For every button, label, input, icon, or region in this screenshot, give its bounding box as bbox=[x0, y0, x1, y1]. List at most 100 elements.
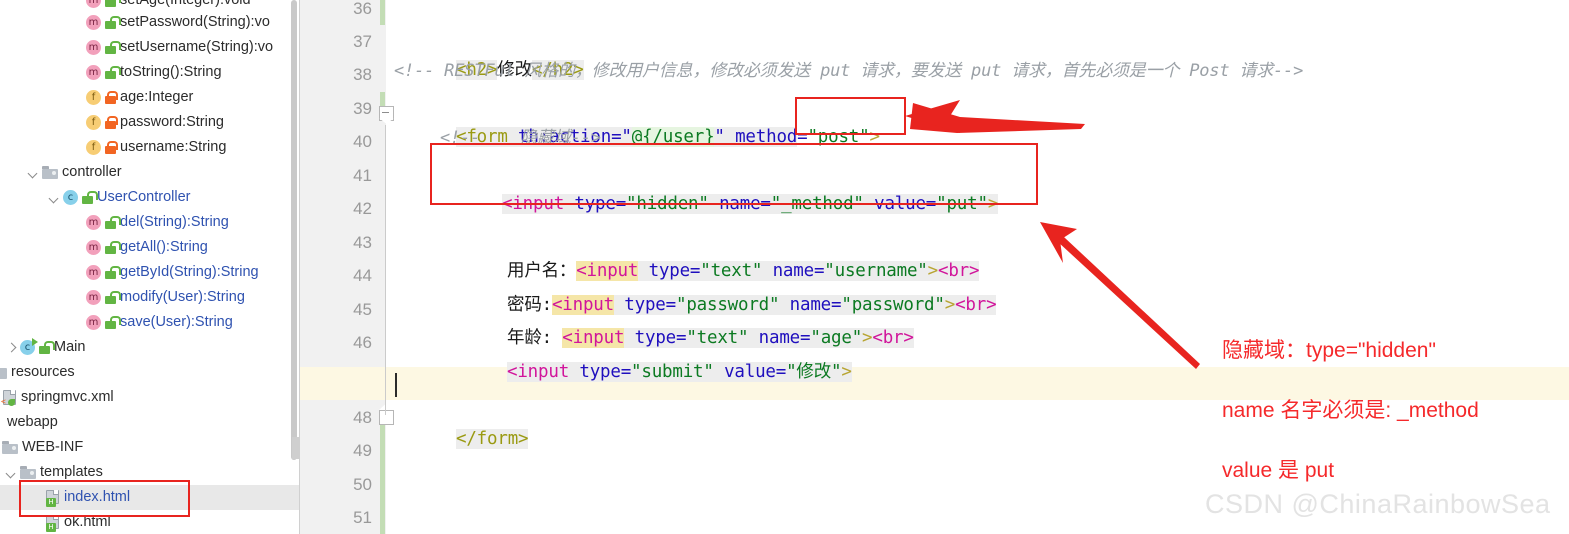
code-line-48[interactable]: </form> bbox=[394, 390, 529, 450]
token-gt: > bbox=[944, 295, 956, 316]
tree-item-label: springmvc.xml bbox=[21, 389, 114, 405]
annotation-line-2: name 名字必须是: _method bbox=[1222, 399, 1479, 422]
tree-item-webapp[interactable]: webapp bbox=[0, 410, 300, 435]
code-line-37[interactable]: <h2>修改</h2> bbox=[394, 21, 584, 81]
line-number: 38 bbox=[353, 65, 372, 84]
public-lock-icon bbox=[105, 266, 121, 279]
tree-item-getById-method[interactable]: m getById(String):String bbox=[0, 260, 300, 285]
token-br: <br> bbox=[955, 295, 997, 316]
folder-icon bbox=[2, 441, 18, 454]
token-type-attr: type= bbox=[569, 362, 632, 383]
field-icon: f bbox=[86, 140, 101, 155]
method-icon: m bbox=[86, 315, 101, 330]
method-icon: m bbox=[86, 15, 101, 30]
private-lock-icon bbox=[105, 116, 118, 129]
chevron-right-icon[interactable] bbox=[5, 341, 18, 354]
vcs-change-marker bbox=[380, 425, 385, 534]
annotation-line-1: 隐藏域：type="hidden" bbox=[1222, 339, 1436, 362]
tree-item-WEB-INF[interactable]: WEB-INF bbox=[0, 435, 300, 460]
highlight-box-post-method bbox=[795, 97, 906, 135]
chevron-down-icon[interactable] bbox=[5, 466, 18, 479]
line-number-gutter[interactable]: 36 37 38 39 40 41 42 43 44 45 46 47 48 4… bbox=[300, 0, 386, 534]
tree-item-username-field[interactable]: f username:String bbox=[0, 135, 300, 160]
screenshot-root: m setAge(Integer):void m setPassword(Str… bbox=[0, 0, 1569, 534]
code-line-38-comment: <!-- RESTFul 风格的，修改用户信息，修改必须发送 put 请求，要发… bbox=[394, 61, 1304, 81]
tree-item-age-field[interactable]: f age:Integer bbox=[0, 85, 300, 110]
code-line-44[interactable]: 密码:<input type="password" name="password… bbox=[445, 256, 997, 316]
line-number: 42 bbox=[353, 199, 372, 218]
vcs-change-marker bbox=[380, 92, 385, 106]
token-br: <br> bbox=[872, 328, 914, 349]
line-number: 41 bbox=[353, 166, 372, 185]
tree-item-save-method[interactable]: m save(User):String bbox=[0, 310, 300, 335]
line-number: 43 bbox=[353, 233, 372, 252]
tree-item-UserController[interactable]: c UserController bbox=[0, 185, 300, 210]
tree-item-resources-folder[interactable]: resources bbox=[0, 360, 300, 385]
line-number: 48 bbox=[353, 408, 372, 427]
line-number: 39 bbox=[353, 99, 372, 118]
code-line-46[interactable]: <input type="submit" value="修改"> bbox=[445, 323, 852, 383]
text-caret bbox=[395, 373, 397, 397]
vcs-change-marker bbox=[380, 0, 385, 25]
tree-item-setUsername[interactable]: m setUsername(String):vo bbox=[0, 35, 300, 60]
tree-item-label: resources bbox=[11, 364, 75, 380]
runnable-class-icon: c bbox=[20, 338, 38, 355]
tree-item-getAll-method[interactable]: m getAll():String bbox=[0, 235, 300, 260]
chevron-down-icon[interactable] bbox=[27, 166, 40, 179]
public-lock-icon bbox=[82, 191, 98, 204]
class-icon: c bbox=[63, 190, 78, 205]
csdn-watermark: CSDN @ChinaRainbowSea bbox=[1205, 489, 1551, 519]
line-number: 49 bbox=[353, 441, 372, 460]
code-line-43[interactable]: 用户名：<input type="text" name="username"><… bbox=[445, 222, 980, 282]
tree-item-toString[interactable]: m toString():String bbox=[0, 60, 300, 85]
private-lock-icon bbox=[105, 91, 118, 104]
tree-item-del-method[interactable]: m del(String):String bbox=[0, 210, 300, 235]
tree-item-label: UserController bbox=[97, 189, 191, 205]
token-value-value: "修改" bbox=[786, 362, 842, 383]
fold-marker-close[interactable] bbox=[379, 404, 394, 425]
resources-folder-icon bbox=[0, 366, 7, 379]
public-lock-icon bbox=[105, 241, 121, 254]
token-form-close: </form> bbox=[456, 429, 529, 450]
method-icon: m bbox=[86, 290, 101, 305]
tree-item-label: setUsername(String):vo bbox=[120, 39, 274, 55]
tree-item-springmvc-xml[interactable]: < springmvc.xml bbox=[0, 385, 300, 410]
folder-icon bbox=[42, 166, 58, 179]
tree-item-modify-method[interactable]: m modify(User):String bbox=[0, 285, 300, 310]
public-lock-icon bbox=[39, 341, 55, 354]
tree-item-label: webapp bbox=[7, 414, 58, 430]
method-icon: m bbox=[86, 240, 101, 255]
tree-item-label: modify(User):String bbox=[120, 289, 245, 305]
sidebar-scrollbar-thumb[interactable] bbox=[291, 0, 297, 460]
token-gt: > bbox=[862, 328, 873, 349]
line-number: 51 bbox=[353, 508, 372, 527]
line-number: 50 bbox=[353, 475, 372, 494]
tree-item-label: getAll():String bbox=[120, 239, 208, 255]
line-number: 37 bbox=[353, 32, 372, 51]
annotation-line-3: value 是 put bbox=[1222, 459, 1335, 482]
highlight-box-index-html bbox=[19, 480, 190, 517]
tree-item-password-field[interactable]: f password:String bbox=[0, 110, 300, 135]
field-icon: f bbox=[86, 115, 101, 130]
code-line-45[interactable]: 年龄: <input type="text" name="age"><br> bbox=[445, 289, 914, 349]
chevron-down-icon[interactable] bbox=[48, 191, 61, 204]
tree-item-label: save(User):String bbox=[120, 314, 233, 330]
tree-item-label: del(String):String bbox=[120, 214, 229, 230]
tree-item-controller-folder[interactable]: controller bbox=[0, 160, 300, 185]
public-lock-icon bbox=[105, 0, 121, 7]
fold-marker-open[interactable] bbox=[379, 106, 394, 124]
line-number: 46 bbox=[353, 333, 372, 352]
token-type-value: "submit" bbox=[631, 362, 714, 383]
line-number: 36 bbox=[353, 0, 372, 18]
folder-icon bbox=[20, 466, 36, 479]
public-lock-icon bbox=[105, 16, 121, 29]
line-number: 40 bbox=[353, 132, 372, 151]
public-lock-icon bbox=[105, 316, 121, 329]
tree-item-Main-class[interactable]: c Main bbox=[0, 335, 300, 360]
tree-item-label: Main bbox=[54, 339, 86, 355]
method-icon: m bbox=[86, 215, 101, 230]
tree-item-setPassword[interactable]: m setPassword(String):vo bbox=[0, 10, 300, 35]
public-lock-icon bbox=[105, 291, 121, 304]
project-tree-panel[interactable]: m setAge(Integer):void m setPassword(Str… bbox=[0, 0, 300, 534]
line-number: 45 bbox=[353, 300, 372, 319]
